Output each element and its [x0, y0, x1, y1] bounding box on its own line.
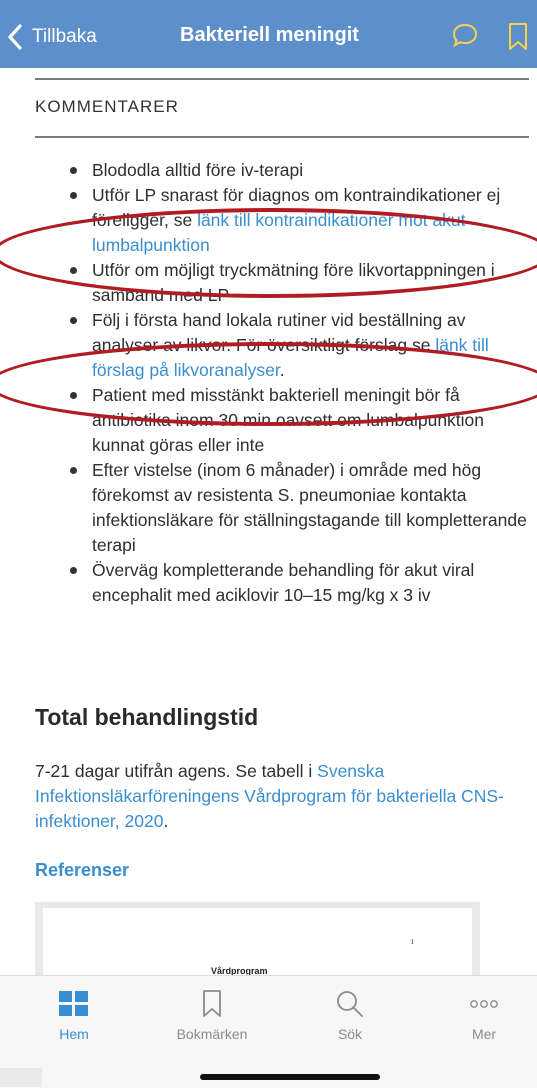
tab-search[interactable]: Sök — [305, 986, 395, 1042]
tab-label: Bokmärken — [176, 1026, 248, 1042]
bookmark-icon[interactable] — [507, 22, 529, 52]
tab-more[interactable]: Mer — [439, 986, 529, 1042]
back-button[interactable]: Tillbaka — [6, 20, 97, 54]
page-number: 1 — [410, 938, 415, 946]
comment-icon[interactable] — [451, 22, 479, 48]
corner-patch — [0, 1068, 42, 1087]
search-icon — [337, 991, 363, 1017]
list-item: Utför om möjligt tryckmätning före likvo… — [35, 258, 535, 308]
divider-top — [35, 78, 529, 80]
comments-list: Blododla alltid före iv-terapi Utför LP … — [35, 158, 535, 608]
more-icon — [470, 1000, 498, 1008]
top-bar: Tillbaka Bakteriell meningit — [0, 0, 537, 68]
tab-label: Mer — [471, 1026, 497, 1042]
reference-document-preview[interactable]: 1 Vårdprogram — [35, 902, 480, 976]
tab-home[interactable]: Hem — [29, 986, 119, 1042]
back-label: Tillbaka — [32, 26, 97, 47]
references-link[interactable]: Referenser — [35, 860, 129, 881]
tab-bar: Hem Bokmärken Sök Mer — [0, 975, 537, 1088]
home-indicator[interactable] — [200, 1074, 380, 1080]
list-item: Överväg kompletterande behandling för ak… — [35, 558, 535, 608]
tab-label: Hem — [59, 1026, 89, 1042]
tab-bookmarks[interactable]: Bokmärken — [167, 986, 257, 1042]
list-item: Blododla alltid före iv-terapi — [35, 158, 535, 183]
grid-icon — [59, 991, 88, 1016]
tab-label: Sök — [337, 1026, 363, 1042]
list-item: Patient med misstänkt bakteriell meningi… — [35, 383, 535, 458]
document-page: 1 Vårdprogram — [43, 908, 472, 976]
bookmark-icon — [203, 990, 221, 1017]
section-heading-treatment: Total behandlingstid — [35, 704, 259, 730]
treatment-text: 7-21 dagar utifrån agens. Se tabell i Sv… — [35, 761, 504, 831]
list-item: Följ i första hand lokala rutiner vid be… — [35, 308, 535, 383]
list-item: Efter vistelse (inom 6 månader) i område… — [35, 458, 535, 558]
list-item: Utför LP snarast för diagnos om kontrain… — [35, 183, 535, 258]
divider-bottom — [35, 136, 529, 138]
page-title: Bakteriell meningit — [180, 24, 359, 46]
chevron-left-icon — [8, 24, 22, 50]
section-label-comments: KOMMENTARER — [35, 97, 179, 116]
